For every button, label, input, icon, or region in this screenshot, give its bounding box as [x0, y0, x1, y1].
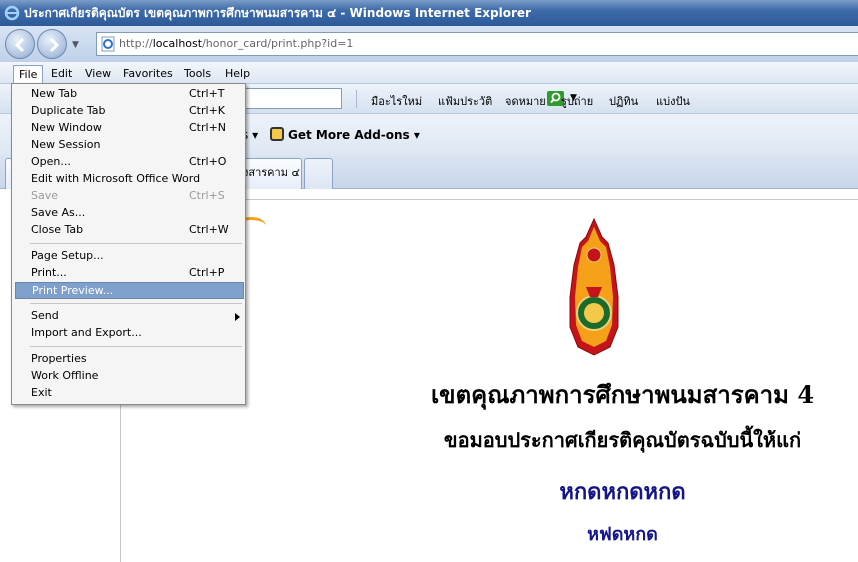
toolbar-separator	[356, 90, 357, 108]
menu-edit[interactable]: Edit	[46, 65, 77, 83]
menu-item-label: Duplicate Tab	[31, 104, 106, 117]
menu-separator	[30, 346, 242, 347]
search-input[interactable]: ▼	[240, 88, 577, 109]
menu-item-shortcut: Ctrl+N	[189, 121, 227, 134]
menu-item-label: Save As...	[31, 206, 86, 219]
link-share[interactable]: แบ่งปัน	[656, 92, 690, 110]
menu-separator	[30, 243, 242, 244]
menu-tools[interactable]: Tools	[179, 65, 216, 83]
menu-item-label: New Session	[31, 138, 101, 151]
menu-item-edit-with-word[interactable]: Edit with Microsoft Office Word	[15, 171, 244, 188]
menu-item-exit[interactable]: Exit	[15, 385, 244, 402]
file-menu: New Tab Ctrl+T Duplicate Tab Ctrl+K New Wi…	[11, 83, 246, 405]
menu-item-shortcut: Ctrl+T	[189, 87, 225, 100]
menu-help[interactable]: Help	[220, 65, 255, 83]
menu-item-shortcut: Ctrl+K	[189, 104, 226, 117]
menu-item-label: Open...	[31, 155, 71, 168]
menu-item-label: Print Preview...	[32, 284, 114, 297]
tab-honor-card-title: งสารคาม ๔	[243, 166, 300, 179]
menu-item-import-export[interactable]: Import and Export...	[15, 325, 244, 342]
menu-item-work-offline[interactable]: Work Offline	[15, 368, 244, 385]
menu-item-new-window[interactable]: New Window Ctrl+N	[15, 120, 244, 137]
link-mail[interactable]: จดหมาย	[505, 92, 546, 110]
window-title-bar[interactable]: ประกาศเกียรติคุณบัตร เขตคุณภาพการศึกษาพน…	[0, 0, 858, 26]
addons-icon	[270, 127, 284, 141]
address-host: localhost	[152, 37, 203, 50]
menu-item-save-as[interactable]: Save As...	[15, 205, 244, 222]
menu-item-new-tab[interactable]: New Tab Ctrl+T	[15, 86, 244, 103]
forward-button[interactable]	[37, 29, 67, 59]
link-calendar[interactable]: ปฏิทิน	[609, 92, 638, 110]
get-more-addons-label: Get More Add-ons	[288, 128, 410, 142]
menu-item-label: New Tab	[31, 87, 78, 100]
menu-item-properties[interactable]: Properties	[15, 351, 244, 368]
menu-file[interactable]: File	[13, 65, 44, 85]
get-more-addons-button[interactable]: Get More Add-ons ▾	[270, 127, 420, 142]
menu-item-duplicate-tab[interactable]: Duplicate Tab Ctrl+K	[15, 103, 244, 120]
menu-item-label: Import and Export...	[31, 326, 142, 339]
menu-item-label: Close Tab	[31, 223, 84, 236]
menu-item-open[interactable]: Open... Ctrl+O	[15, 154, 244, 171]
menu-item-label: Print...	[31, 266, 67, 279]
menu-view[interactable]: View	[80, 65, 116, 83]
menu-item-print[interactable]: Print... Ctrl+P	[15, 265, 244, 282]
link-whats-new[interactable]: มือะไรใหม่	[371, 92, 422, 110]
recent-pages-dropdown-icon[interactable]: ▼	[72, 40, 79, 50]
new-tab-button[interactable]	[304, 158, 333, 189]
menu-item-label: Work Offline	[31, 369, 99, 382]
menu-item-shortcut: Ctrl+O	[189, 155, 227, 168]
menu-item-label: Properties	[31, 352, 87, 365]
ie-logo-icon	[4, 5, 20, 21]
address-prefix: http://	[119, 37, 153, 50]
back-arrow-icon	[14, 37, 25, 53]
menu-item-shortcut: Ctrl+S	[189, 189, 225, 202]
menu-item-save: Save Ctrl+S	[15, 188, 244, 205]
seal-emblem-graphic	[569, 217, 619, 356]
menu-item-label: Page Setup...	[31, 249, 104, 262]
document-presentation-text: ขอมอบประกาศเกียรติคุณบัตรฉบับนี้ให้แก่	[443, 428, 802, 452]
menu-item-label: Send	[31, 309, 59, 322]
menu-separator	[30, 303, 242, 304]
address-bar[interactable]: http://localhost/honor_card/print.php?id…	[96, 32, 858, 56]
menu-item-send[interactable]: Send	[15, 308, 244, 325]
address-path: /honor_card/print.php?id=1	[202, 37, 354, 50]
menu-item-label: Edit with Microsoft Office Word	[31, 172, 201, 185]
menu-item-print-preview[interactable]: Print Preview...	[15, 282, 244, 299]
document-detail: หฟดหกด	[587, 524, 658, 545]
link-photos[interactable]: รูปถ่าย	[561, 92, 593, 110]
link-profile[interactable]: แฟ้มประวัติ	[438, 92, 492, 110]
forward-arrow-icon	[49, 37, 60, 53]
menu-item-label: Save	[31, 189, 59, 202]
menu-bar: File Edit View Favorites Tools Help	[0, 62, 858, 85]
navigation-bar: ▼ http://localhost/honor_card/print.php?…	[0, 26, 858, 62]
submenu-arrow-icon	[235, 313, 240, 321]
menu-item-label: New Window	[31, 121, 102, 134]
menu-item-label: Exit	[31, 386, 52, 399]
window-title: ประกาศเกียรติคุณบัตร เขตคุณภาพการศึกษาพน…	[24, 6, 531, 20]
document-org-name: เขตคุณภาพการศึกษาพนมสารคาม 4	[430, 380, 815, 409]
menu-favorites[interactable]: Favorites	[118, 65, 178, 83]
menu-item-shortcut: Ctrl+W	[189, 223, 229, 236]
menu-item-shortcut: Ctrl+P	[189, 266, 225, 279]
menu-item-close-tab[interactable]: Close Tab Ctrl+W	[15, 222, 244, 239]
document-recipient-name: หกดหกดหกด	[559, 479, 686, 505]
menu-item-page-setup[interactable]: Page Setup...	[15, 248, 244, 265]
page-icon	[101, 36, 115, 52]
back-button[interactable]	[5, 29, 35, 59]
menu-item-new-session[interactable]: New Session	[15, 137, 244, 154]
